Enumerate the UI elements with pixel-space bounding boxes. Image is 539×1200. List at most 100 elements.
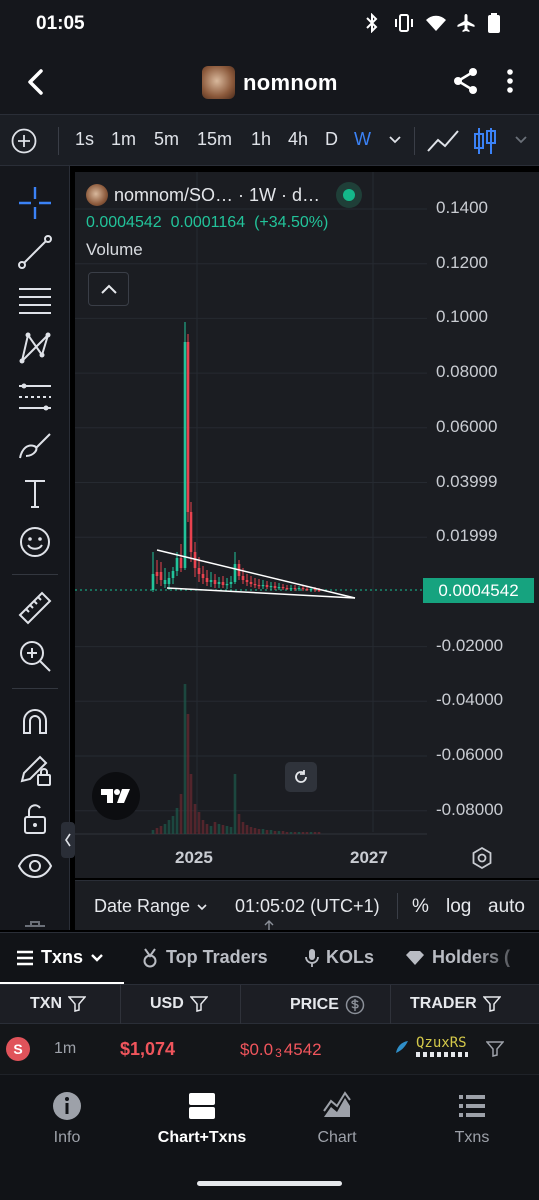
column-header-trader[interactable]: TRADER	[410, 995, 501, 1013]
horizontal-lines-icon	[19, 288, 51, 314]
measure-tool[interactable]	[16, 589, 54, 627]
nav-chart[interactable]: Chart	[277, 1091, 397, 1147]
list-icon	[459, 1095, 485, 1117]
prediction-tool[interactable]	[16, 378, 54, 416]
interval-1h[interactable]: 1h	[251, 129, 271, 150]
delete-tool[interactable]	[16, 906, 54, 930]
chart-settings-button[interactable]	[471, 846, 493, 870]
candle-body	[281, 587, 285, 589]
nav-txns[interactable]: Txns	[412, 1091, 532, 1147]
date-bar-divider	[397, 893, 398, 919]
zoom-tool[interactable]	[16, 637, 54, 675]
column-header-txn-label: TXN	[30, 995, 62, 1012]
volume-bar	[305, 832, 309, 834]
candle-body	[175, 558, 179, 571]
volume-bar	[301, 832, 305, 834]
y-axis-label: -0.02000	[436, 635, 504, 655]
interval-1m[interactable]: 1m	[111, 129, 136, 150]
interval-d[interactable]: D	[325, 129, 338, 150]
row-filter-button[interactable]	[485, 1040, 505, 1058]
volume-bar	[186, 714, 190, 834]
trader-activity-bar	[416, 1052, 468, 1057]
tab-top-traders[interactable]: Top Traders	[141, 947, 268, 968]
interval-w[interactable]: W	[354, 129, 371, 150]
tab-kols[interactable]: KOLs	[305, 947, 374, 968]
tools-divider	[12, 574, 58, 575]
interval-1s[interactable]: 1s	[75, 129, 94, 150]
tabs-fade-overlay	[470, 933, 539, 985]
auto-scale-toggle[interactable]: auto	[488, 896, 525, 918]
candlestick-chart-type-button[interactable]	[473, 126, 497, 156]
candle-body	[241, 576, 245, 580]
text-tool[interactable]	[16, 474, 54, 512]
emoji-tool[interactable]	[16, 523, 54, 561]
volume-bar	[183, 684, 187, 834]
collapse-legend-button[interactable]	[88, 272, 129, 306]
lock-drawings-tool[interactable]	[16, 751, 54, 789]
tab-txns[interactable]: Txns	[16, 947, 104, 968]
crosshair-tool[interactable]	[16, 184, 54, 222]
column-header-price[interactable]: PRICE	[290, 995, 365, 1015]
interval-dropdown-button[interactable]	[388, 133, 402, 147]
status-bar: 01:05	[0, 0, 539, 50]
filter-icon	[482, 996, 501, 1012]
collapse-tools-button[interactable]	[61, 822, 75, 858]
magnet-tool[interactable]	[16, 703, 54, 741]
volume-bar	[221, 825, 225, 834]
candle-body	[189, 512, 193, 552]
chart-type-dropdown-button[interactable]	[514, 133, 528, 147]
unlock-tool[interactable]	[16, 799, 54, 837]
volume-bar	[249, 827, 253, 834]
symbol-label[interactable]: nomnom/SO… · 1W · d…	[114, 185, 320, 206]
chevron-down-icon	[197, 903, 207, 910]
timezone-clock[interactable]: 01:05:02 (UTC+1)	[235, 896, 380, 917]
more-options-button[interactable]	[500, 66, 520, 96]
interval-4h[interactable]: 4h	[288, 129, 308, 150]
candle-body	[179, 558, 183, 568]
visibility-tool[interactable]	[16, 847, 54, 885]
nav-chart-txns-label: Chart+Txns	[157, 1129, 247, 1146]
nav-info[interactable]: Info	[7, 1091, 127, 1147]
interval-5m[interactable]: 5m	[154, 129, 179, 150]
share-icon	[454, 68, 477, 94]
back-button[interactable]	[20, 66, 52, 98]
trend-line-tool[interactable]	[16, 233, 54, 271]
tradingview-logo[interactable]	[92, 772, 140, 820]
brush-tool[interactable]	[16, 426, 54, 464]
nav-chart-txns[interactable]: Chart+Txns	[142, 1091, 262, 1147]
volume-bar	[209, 826, 213, 834]
date-range-dropdown[interactable]: Date Range	[94, 896, 208, 917]
volume-bar	[265, 830, 269, 834]
legend-change: 0.0001164	[170, 214, 246, 231]
symbol-avatar	[86, 184, 108, 206]
candle-body	[253, 584, 257, 586]
add-indicator-button[interactable]	[11, 128, 37, 154]
interval-15m[interactable]: 15m	[197, 129, 232, 150]
volume-bar	[245, 825, 249, 834]
candle-body	[205, 578, 209, 582]
area-chart-icon	[323, 1091, 351, 1117]
toolbar-divider	[58, 127, 59, 155]
volume-bar	[233, 774, 237, 834]
reset-chart-button[interactable]	[285, 762, 317, 792]
price-chart[interactable]: nomnom/SO… · 1W · d… 0.0004542 0.0001164…	[75, 172, 539, 878]
txn-usd: $1,074	[120, 1039, 176, 1059]
battery-icon	[487, 13, 505, 33]
more-vertical-icon	[507, 69, 513, 93]
wifi-icon	[425, 13, 446, 33]
volume-bar	[189, 774, 193, 834]
share-button[interactable]	[452, 66, 480, 96]
trader-cell[interactable]: QzuxRS	[394, 1036, 468, 1057]
log-scale-toggle[interactable]: log	[446, 896, 471, 918]
volume-bar	[217, 824, 221, 834]
column-header-txn[interactable]: TXN	[30, 995, 86, 1013]
pattern-tool[interactable]	[16, 329, 54, 367]
column-header-usd[interactable]: USD	[150, 995, 208, 1013]
table-row[interactable]: S 1m $1,074 $0.0 3 4542 QzuxRS	[0, 1024, 539, 1074]
line-chart-type-button[interactable]	[426, 127, 460, 155]
candle-body	[225, 584, 229, 586]
percent-scale-toggle[interactable]: %	[412, 896, 429, 918]
trader-name[interactable]: QzuxRS	[416, 1036, 468, 1050]
fib-tool[interactable]	[16, 281, 54, 319]
y-axis-label: 0.06000	[436, 416, 498, 436]
